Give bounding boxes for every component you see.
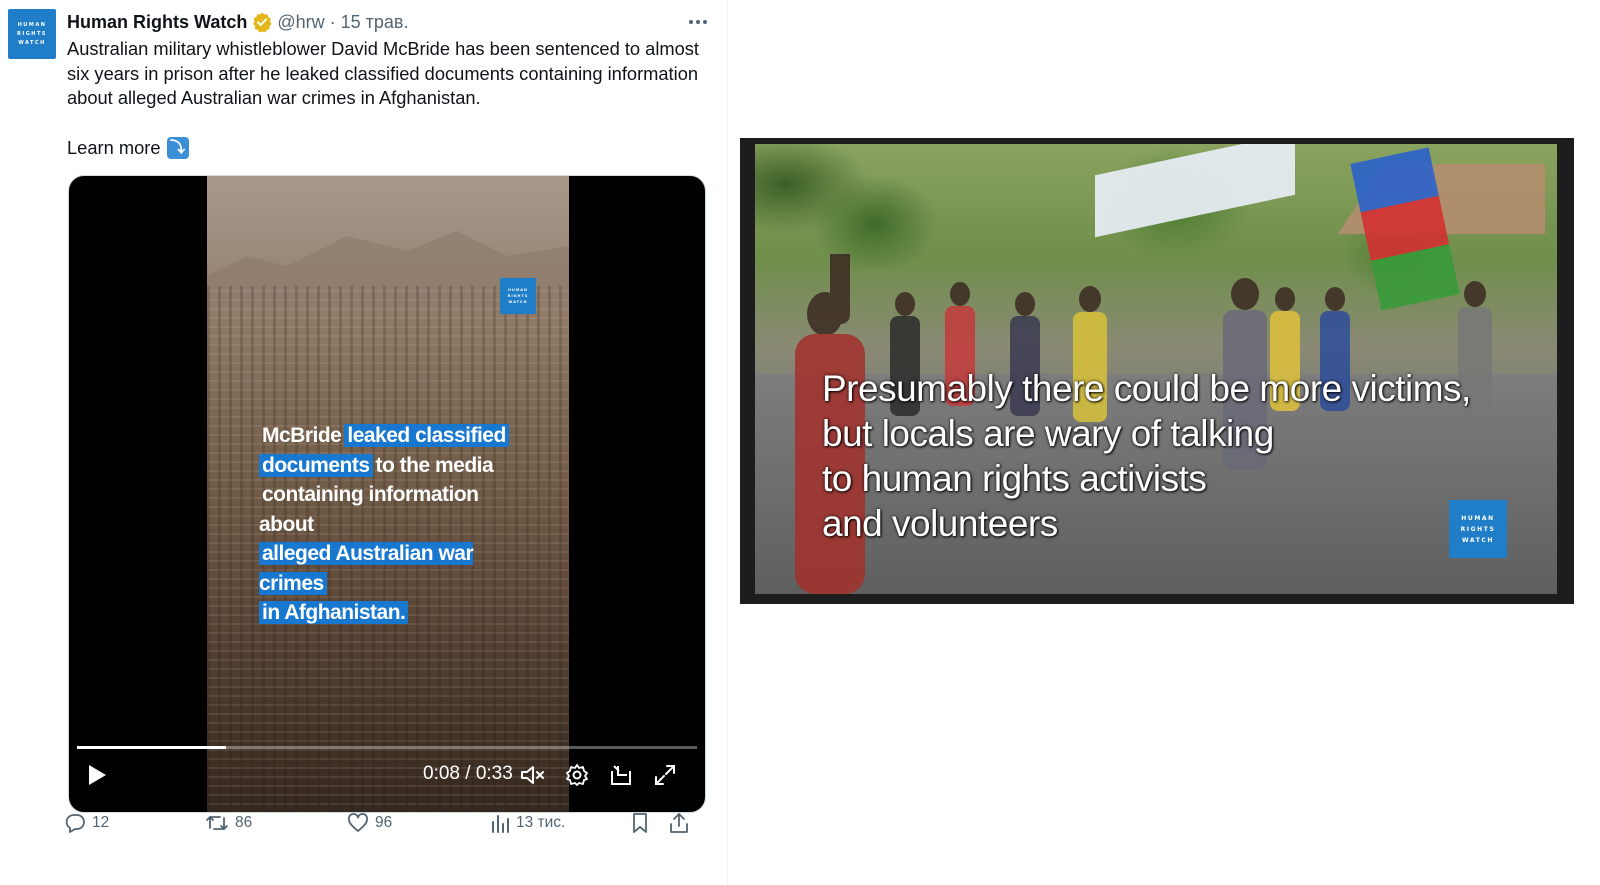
video-logo-line: RIGHTS <box>507 293 529 298</box>
subtitle-line: and volunteers <box>822 503 1058 544</box>
tweet-header: Human Rights Watch @hrw · 15 трав. <box>67 10 408 34</box>
video-time: 0:08 / 0:33 <box>423 763 513 784</box>
avatar-logo-line: WATCH <box>18 39 46 46</box>
bookmark-button[interactable] <box>630 810 650 836</box>
scene-logo-line: RIGHTS <box>1460 525 1496 533</box>
tweet-actions: 12 86 96 13 тис. <box>64 810 704 836</box>
mute-button[interactable] <box>519 761 547 789</box>
reply-count: 12 <box>92 814 110 831</box>
video-logo-line: WATCH <box>508 299 528 304</box>
author-name[interactable]: Human Rights Watch <box>67 12 247 33</box>
video-progress-fill <box>77 746 226 749</box>
heart-icon <box>348 813 368 832</box>
views-button[interactable]: 13 тис. <box>490 810 565 836</box>
tweet-date[interactable]: 15 трав. <box>341 12 409 33</box>
subtitle-line: Presumably there could be more victims, <box>822 368 1471 409</box>
hrw-logo: HUMAN RIGHTS WATCH <box>1449 500 1507 558</box>
learn-more-text: Learn more <box>67 137 161 158</box>
reply-icon <box>65 814 85 833</box>
minimize-icon <box>611 765 631 785</box>
more-options-button[interactable] <box>684 10 712 34</box>
video-frame: HUMAN RIGHTS WATCH McBride leaked classif… <box>207 176 569 812</box>
minimize-player-button[interactable] <box>607 761 635 789</box>
avatar[interactable]: HUMAN RIGHTS WATCH <box>8 9 56 59</box>
scene-logo-line: WATCH <box>1461 536 1495 544</box>
share-button[interactable] <box>668 810 690 836</box>
repost-icon <box>206 816 228 830</box>
like-count: 96 <box>375 814 393 831</box>
hrw-logo: HUMAN RIGHTS WATCH <box>500 278 536 314</box>
tweet: HUMAN RIGHTS WATCH Human Rights Watch @h… <box>0 0 728 885</box>
video-player[interactable]: HUMAN RIGHTS WATCH McBride leaked classif… <box>68 175 706 813</box>
video-subtitle: Presumably there could be more victims, … <box>822 366 1522 546</box>
fullscreen-icon <box>655 765 675 785</box>
caption-segment-highlight: in Afghanistan. <box>259 601 409 624</box>
caption-segment: McBride <box>262 424 342 447</box>
verified-badge-icon <box>253 12 272 33</box>
views-count: 13 тис. <box>516 814 566 831</box>
play-button[interactable] <box>83 761 111 789</box>
column-divider <box>727 0 728 885</box>
caption-segment: to the media <box>375 453 494 477</box>
arrow-down-emoji-icon: ⤵ <box>166 137 189 159</box>
repost-button[interactable]: 86 <box>205 810 252 836</box>
bookmark-icon <box>633 813 647 833</box>
play-icon <box>89 765 106 785</box>
video-caption: McBride leaked classified documents to the… <box>259 421 529 628</box>
tweet-text: Australian military whistleblower David … <box>67 38 700 108</box>
views-icon <box>492 815 509 833</box>
caption-segment-highlight: documents <box>259 453 373 477</box>
avatar-logo-line: RIGHTS <box>16 30 47 37</box>
repost-count: 86 <box>235 814 253 831</box>
separator-dot: · <box>329 11 336 32</box>
more-dots-icon <box>689 20 707 24</box>
video-logo-line: HUMAN <box>508 287 528 292</box>
like-button[interactable]: 96 <box>347 810 392 836</box>
reply-button[interactable]: 12 <box>64 810 109 836</box>
settings-button[interactable] <box>563 761 591 789</box>
march-scene: Presumably there could be more victims, … <box>755 144 1557 594</box>
share-icon <box>670 813 688 833</box>
settings-icon <box>566 764 588 786</box>
author-handle[interactable]: @hrw <box>277 12 324 33</box>
caption-segment-highlight: alleged Australian war crimes <box>259 542 474 595</box>
video-progress-bar[interactable] <box>77 746 697 749</box>
caption-segment: containing information about <box>259 483 479 536</box>
scene-logo-line: HUMAN <box>1461 514 1495 522</box>
fullscreen-button[interactable] <box>651 761 679 789</box>
second-video-panel: Presumably there could be more victims, … <box>740 138 1574 604</box>
caption-segment-highlight: leaked classified <box>344 424 509 447</box>
avatar-logo-line: HUMAN <box>17 21 47 28</box>
subtitle-line: to human rights activists <box>822 458 1207 499</box>
subtitle-line: but locals are wary of talking <box>822 413 1274 454</box>
mute-icon <box>521 766 544 784</box>
learn-more-line: Learn more ⤵ <box>67 136 189 160</box>
